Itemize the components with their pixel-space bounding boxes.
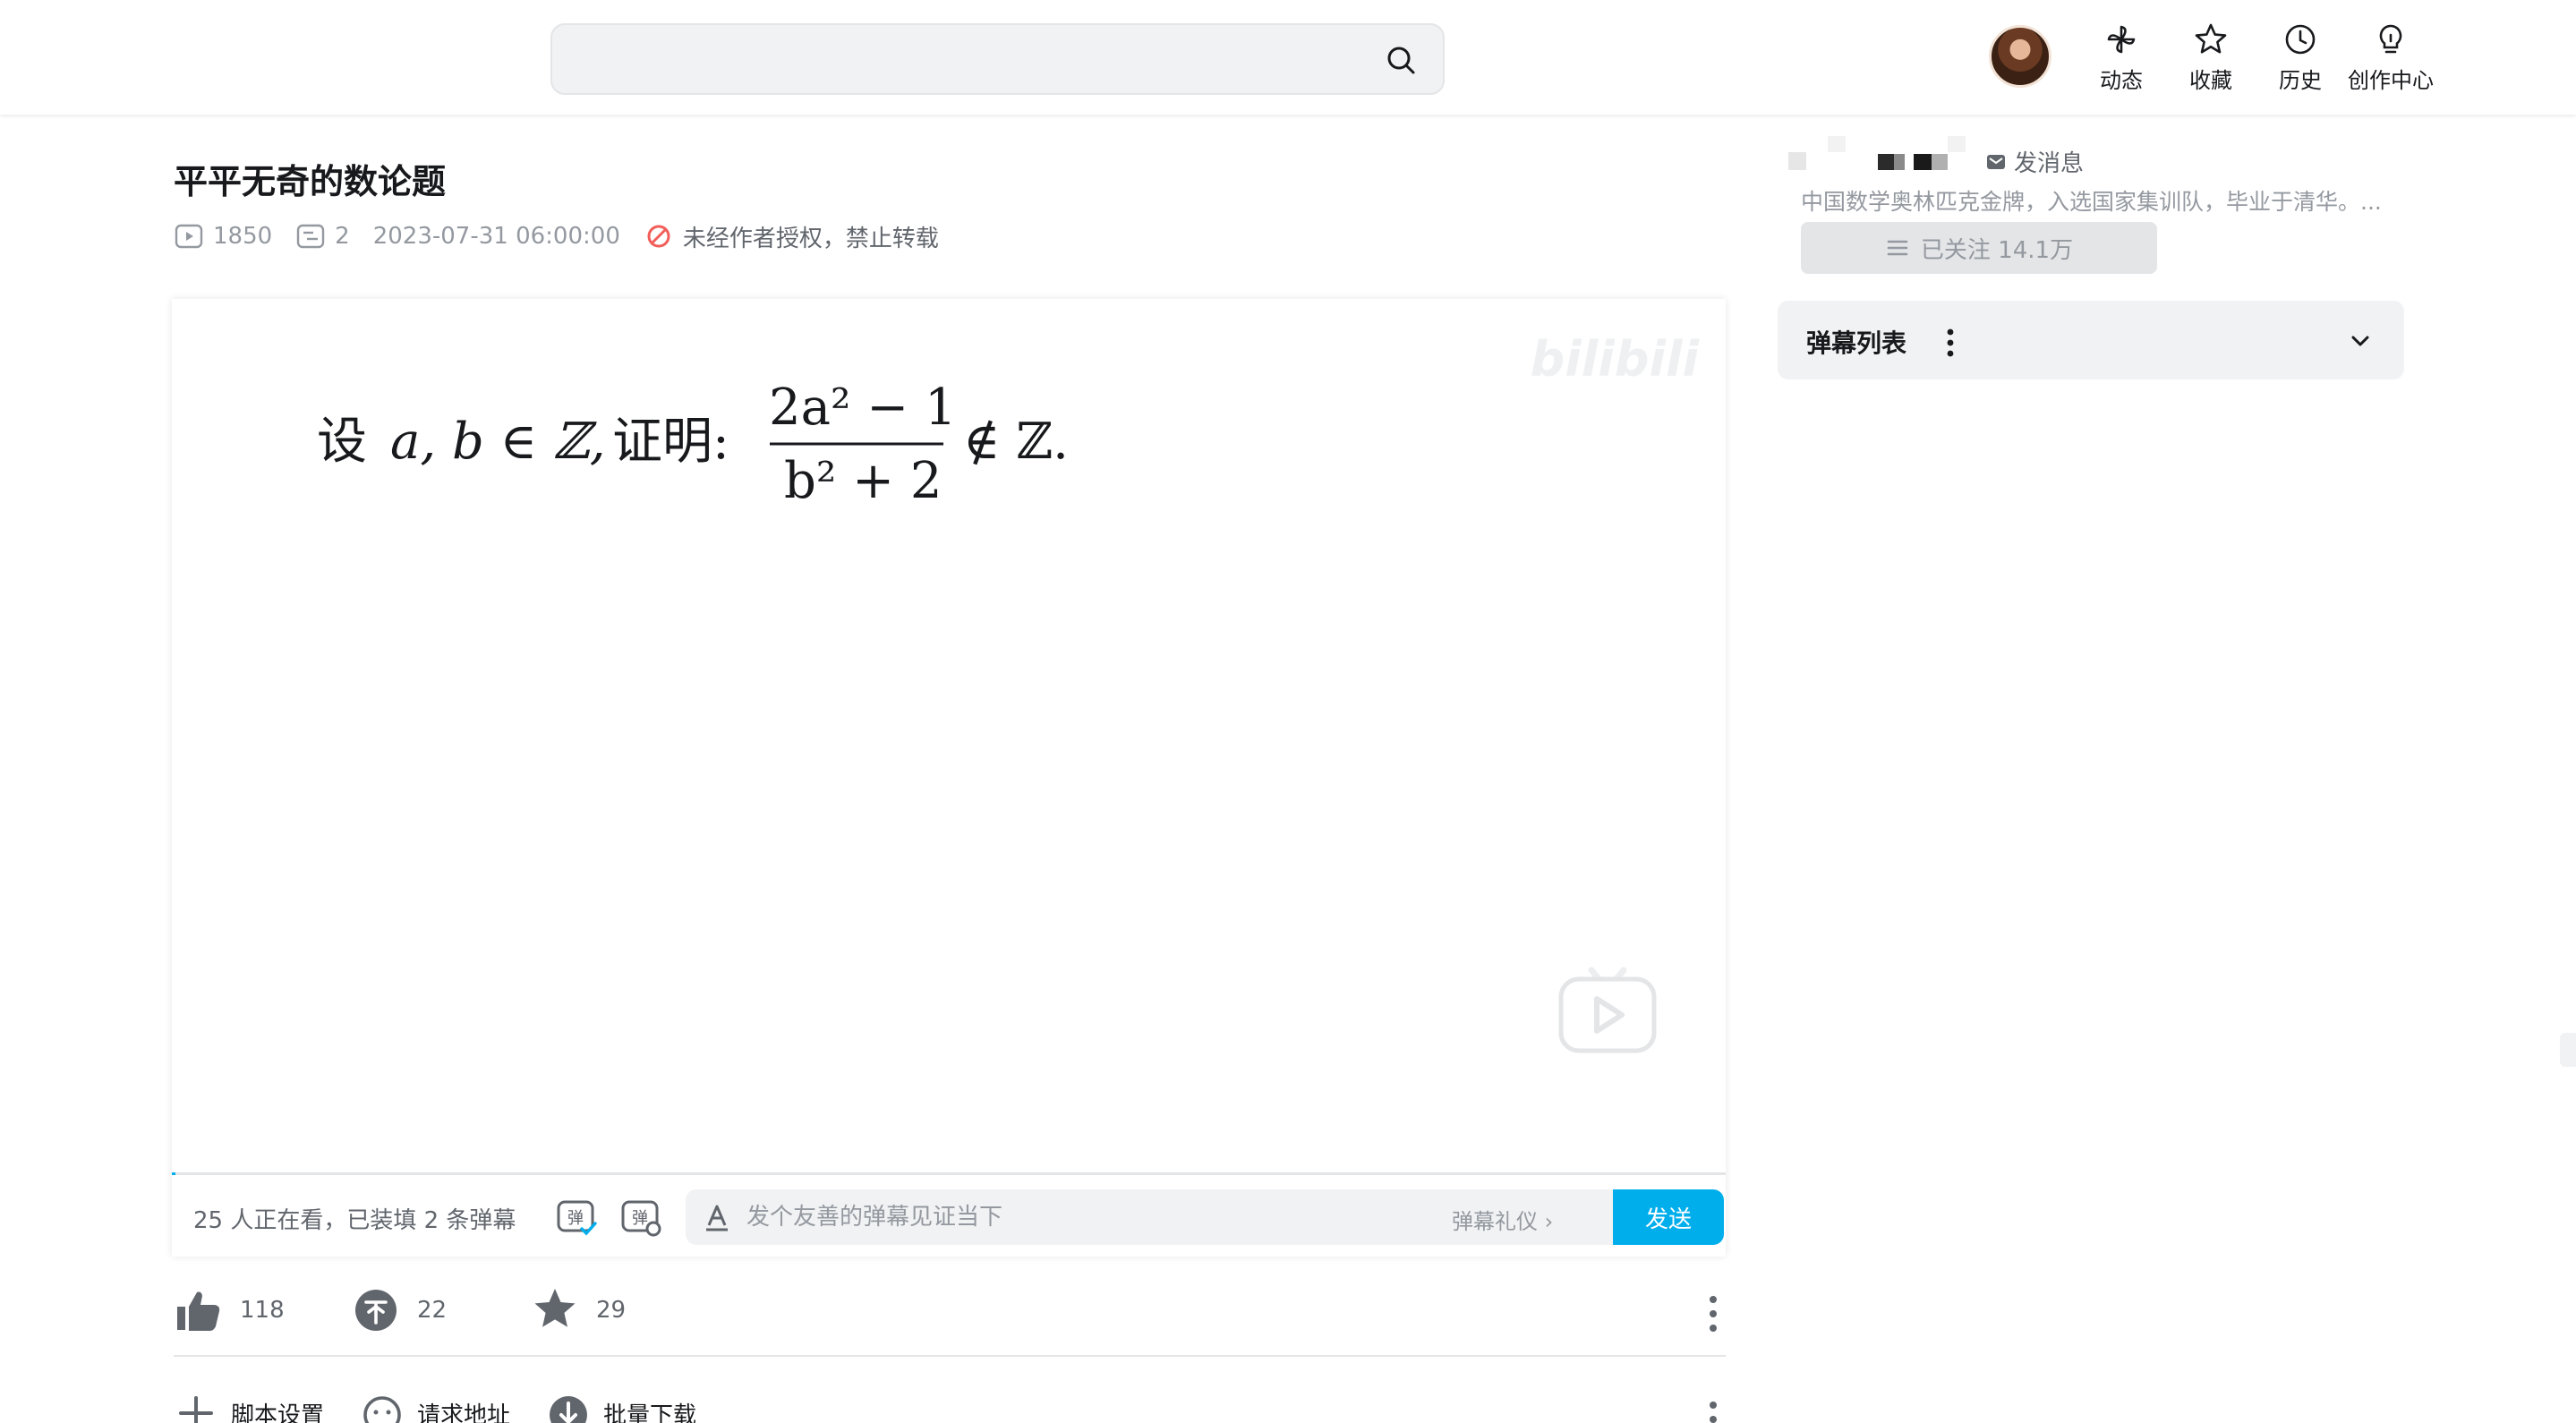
send-message-label: 发消息 <box>2014 150 2085 177</box>
search-box[interactable] <box>550 23 1445 95</box>
video-title: 平平无奇的数论题 <box>174 162 447 201</box>
menu-icon <box>1887 240 1908 256</box>
send-button[interactable]: 发送 <box>1613 1189 1724 1245</box>
chevron-down-icon[interactable] <box>2347 328 2374 354</box>
forbidden-icon <box>647 225 670 248</box>
face-icon <box>363 1396 401 1423</box>
more-options-icon[interactable] <box>1708 1294 1719 1334</box>
formula-condition: a, b ∈ ℤ, <box>390 413 606 471</box>
bilibili-watermark: bilibili <box>1530 331 1699 388</box>
nav-creator-center[interactable]: 创作中心 <box>2341 21 2440 97</box>
formula-prove: 证明: <box>612 413 729 471</box>
copyright-text: 未经作者授权，禁止转载 <box>682 225 939 252</box>
danmaku-list-options-icon[interactable] <box>1946 328 1955 358</box>
search-input[interactable] <box>576 36 1363 84</box>
formula-conclusion: ∉ ℤ. <box>963 413 1069 471</box>
danmaku-input[interactable] <box>746 1198 1427 1236</box>
formula-denominator: b² + 2 <box>784 452 942 507</box>
star-icon <box>534 1289 576 1327</box>
danmaku-count-value: 2 <box>335 223 350 250</box>
danmaku-etiquette-link[interactable]: 弹幕礼仪 › <box>1452 1204 1553 1235</box>
publish-date: 2023-07-31 06:00:00 <box>372 223 620 250</box>
top-bar: 动态 收藏 历史 创作中心 <box>0 0 2576 115</box>
nav-dynamic[interactable]: 动态 <box>2094 21 2148 97</box>
mail-icon <box>1987 154 2005 169</box>
danmaku-toggle-icon[interactable]: 弹 <box>555 1195 598 1238</box>
danmaku-list-label: 弹幕列表 <box>1806 328 1907 358</box>
like-button[interactable]: 118 <box>174 1285 285 1335</box>
follow-label: 已关注 14.1万 <box>1920 236 2074 264</box>
nav-label: 历史 <box>2279 68 2322 93</box>
danmaku-list-panel[interactable]: 弹幕列表 <box>1778 301 2404 379</box>
video-player[interactable]: bilibili 设 a, b ∈ ℤ, 证明: 2a² − 1 b² + 2 … <box>172 299 1726 1257</box>
coin-icon <box>355 1290 397 1331</box>
view-count: 1850 <box>174 221 272 251</box>
script-settings-button[interactable]: 脚本设置 <box>174 1391 324 1423</box>
script-more-icon[interactable] <box>1708 1400 1719 1423</box>
download-icon <box>550 1396 587 1423</box>
video-frame[interactable]: bilibili 设 a, b ∈ ℤ, 证明: 2a² − 1 b² + 2 … <box>172 299 1726 1172</box>
script-bar: 脚本设置 请求地址 批量下载 <box>174 1387 1726 1423</box>
formula-numerator: 2a² − 1 <box>769 379 957 437</box>
play-count-icon <box>175 224 203 249</box>
follow-button[interactable]: 已关注 14.1万 <box>1801 222 2157 274</box>
action-toolbar: 118 22 29 <box>174 1278 1726 1357</box>
watching-count: 25 人正在看，已装填 2 条弹幕 <box>193 1207 516 1234</box>
uploader-description: 中国数学奥林匹克金牌，入选国家集训队，毕业于清华。... <box>1801 189 2382 215</box>
script-settings-label: 脚本设置 <box>231 1402 325 1423</box>
like-count: 118 <box>240 1297 285 1324</box>
formula: 设 a, b ∈ ℤ, 证明: 2a² − 1 b² + 2 ∉ ℤ. <box>317 379 1069 507</box>
copyright-notice: 未经作者授权，禁止转载 <box>644 220 939 253</box>
avatar[interactable] <box>1989 25 2051 88</box>
batch-download-button[interactable]: 批量下载 <box>546 1391 696 1423</box>
nav-label: 动态 <box>2100 68 2143 93</box>
batch-download-label: 批量下载 <box>603 1402 697 1423</box>
formula-lead: 设 <box>317 413 367 471</box>
request-url-label: 请求地址 <box>417 1402 511 1423</box>
nav-history[interactable]: 历史 <box>2273 21 2327 97</box>
svg-text:弹: 弹 <box>567 1209 584 1228</box>
star-icon <box>2195 23 2227 54</box>
play-button[interactable] <box>1557 958 1658 1054</box>
danmaku-input-box[interactable]: 弹幕礼仪 › 发送 <box>686 1189 1724 1245</box>
nav-label: 创作中心 <box>2348 68 2434 93</box>
pinwheel-icon <box>2107 25 2136 54</box>
danmaku-settings-icon[interactable]: 弹 <box>619 1195 662 1238</box>
uploader-name[interactable] <box>1788 136 1985 172</box>
danmaku-count: 2 <box>295 221 350 251</box>
plus-icon <box>179 1396 213 1423</box>
clock-icon <box>2285 24 2316 55</box>
side-expand-tab[interactable] <box>2560 1033 2576 1067</box>
search-icon[interactable] <box>1384 43 1420 79</box>
video-meta: 1850 2 2023-07-31 06:00:00 未经作者授权，禁止转载 <box>174 220 962 253</box>
thumbs-up-icon <box>177 1291 220 1331</box>
coin-button[interactable]: 22 <box>351 1285 447 1335</box>
request-url-button[interactable]: 请求地址 <box>360 1391 510 1423</box>
favorite-count: 29 <box>596 1297 627 1324</box>
danmaku-send-bar: 25 人正在看，已装填 2 条弹幕 弹 弹 弹幕礼仪 › 发送 <box>172 1175 1726 1257</box>
lightbulb-icon <box>2379 24 2402 54</box>
coin-count: 22 <box>417 1297 448 1324</box>
nav-label: 收藏 <box>2189 68 2232 93</box>
svg-text:弹: 弹 <box>632 1209 648 1228</box>
favorite-button[interactable]: 29 <box>530 1285 626 1335</box>
danmaku-count-icon <box>296 224 325 249</box>
text-style-icon[interactable] <box>702 1202 732 1232</box>
send-message-button[interactable]: 发消息 <box>1985 145 2084 178</box>
view-count-value: 1850 <box>213 223 273 250</box>
nav-favorites[interactable]: 收藏 <box>2184 21 2238 97</box>
